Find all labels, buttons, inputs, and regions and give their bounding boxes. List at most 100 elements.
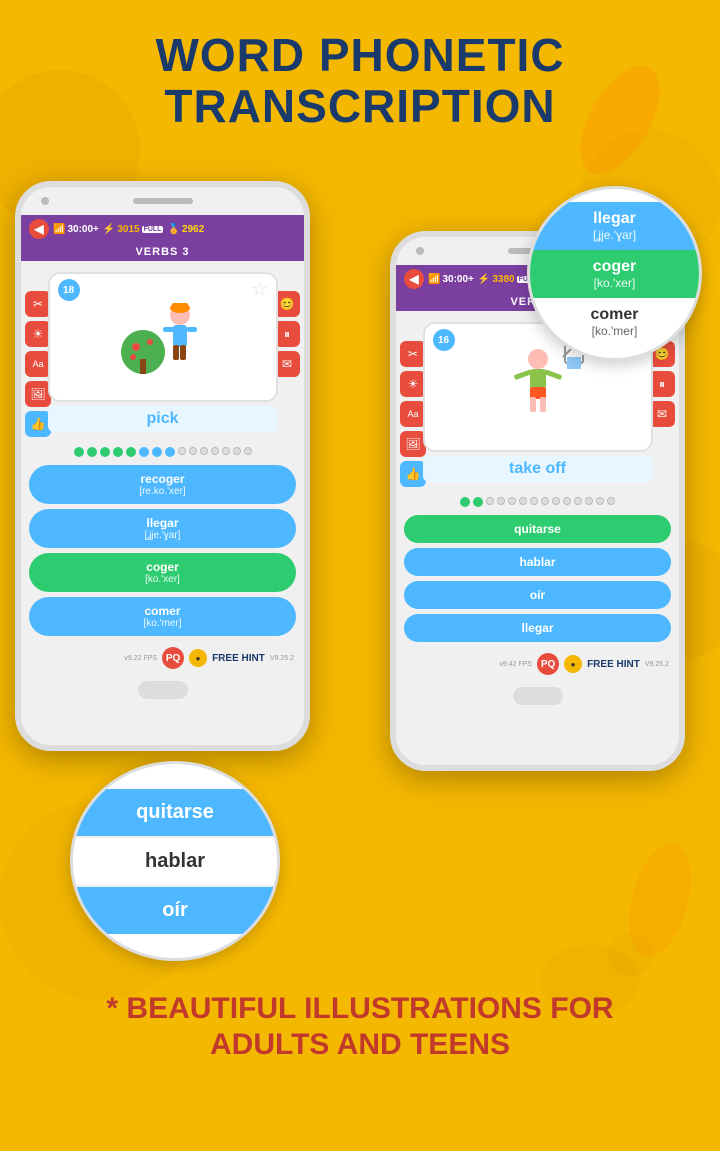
hint-coin-left: ● bbox=[189, 649, 207, 667]
status-wifi-right: 📶 30:00+ bbox=[428, 274, 474, 285]
status-bar-left: ◀ 📶 30:00+ ⚡ 3015 FULL 🏅 2962 bbox=[21, 215, 304, 243]
fps-right: v9.42 FPS bbox=[499, 661, 532, 668]
bubble-left-item-1: quitarse bbox=[73, 789, 277, 836]
answer-options-left: recoger[re.ko.'xer] llegar[ʝje.'ɣar] cog… bbox=[21, 461, 304, 640]
illustration-left bbox=[108, 287, 218, 387]
title-line2: TRANSCRIPTION bbox=[20, 81, 700, 132]
card-area-left: 18 ☆ bbox=[21, 266, 304, 438]
answer-btn-2-left[interactable]: llegar[ʝje.'ɣar] bbox=[29, 509, 296, 548]
dot bbox=[126, 447, 136, 457]
answer-btn-1-right[interactable]: quitarse bbox=[404, 515, 671, 543]
phone-camera-right bbox=[416, 247, 424, 255]
dot bbox=[152, 447, 162, 457]
dot bbox=[165, 447, 175, 457]
dot bbox=[178, 447, 186, 455]
hint-icon-left: PQ bbox=[162, 647, 184, 669]
bottom-section: quitarse hablar oír bbox=[0, 741, 720, 971]
answer-btn-4-right[interactable]: llegar bbox=[404, 614, 671, 642]
status-wifi-left: 📶 30:00+ bbox=[53, 224, 99, 235]
home-button-left[interactable] bbox=[138, 681, 188, 699]
dot bbox=[574, 497, 582, 505]
dot bbox=[211, 447, 219, 455]
dot bbox=[222, 447, 230, 455]
dot bbox=[519, 497, 527, 505]
dot bbox=[497, 497, 505, 505]
medal-icon-left: 🏅 bbox=[167, 224, 179, 235]
dot bbox=[530, 497, 538, 505]
bubble-right: llegar[ʝje.'ɣar] coger[ko.'xer] comer[ko… bbox=[527, 186, 702, 361]
bubble-left-item-3: oír bbox=[73, 887, 277, 934]
dot bbox=[244, 447, 252, 455]
wifi-icon-left: 📶 bbox=[53, 224, 65, 235]
phone-left: ◀ 📶 30:00+ ⚡ 3015 FULL 🏅 2962 VERBS 3 bbox=[15, 181, 310, 751]
dot bbox=[200, 447, 208, 455]
version-left: V9.25.2 bbox=[270, 655, 294, 662]
lesson-label-left: VERBS 3 bbox=[21, 243, 304, 261]
answer-btn-4-left[interactable]: comer[ko.'mer] bbox=[29, 597, 296, 636]
bubble-left-item-2: hablar bbox=[73, 836, 277, 887]
dot bbox=[233, 447, 241, 455]
dot bbox=[486, 497, 494, 505]
card-word-left: pick bbox=[48, 406, 278, 432]
answer-btn-3-right[interactable]: oír bbox=[404, 581, 671, 609]
status-coins-left: 🏅 2962 bbox=[167, 224, 204, 235]
bubble-right-item-1: llegar[ʝje.'ɣar] bbox=[530, 202, 699, 250]
phone-bottom-left bbox=[21, 675, 304, 705]
footer-text: * BEAUTIFUL ILLUSTRATIONS FOR ADULTS AND… bbox=[30, 991, 690, 1063]
hint-text-right[interactable]: FREE HINT bbox=[587, 659, 640, 670]
hint-text-left[interactable]: FREE HINT bbox=[212, 653, 265, 664]
answer-btn-2-right[interactable]: hablar bbox=[404, 548, 671, 576]
status-score-left: ⚡ 3015 FULL bbox=[103, 224, 164, 235]
progress-dots-right bbox=[396, 493, 679, 511]
dot bbox=[87, 447, 97, 457]
bubble-left: quitarse hablar oír bbox=[70, 761, 280, 961]
hint-coin-right: ● bbox=[564, 655, 582, 673]
wifi-icon-right: 📶 bbox=[428, 274, 440, 285]
hint-bar-right: v9.42 FPS PQ ● FREE HINT V9.25.2 bbox=[396, 646, 679, 681]
flashcard-left: 18 ☆ bbox=[48, 272, 278, 402]
home-button-right[interactable] bbox=[513, 687, 563, 705]
dot bbox=[607, 497, 615, 505]
footer: * BEAUTIFUL ILLUSTRATIONS FOR ADULTS AND… bbox=[0, 971, 720, 1093]
answer-btn-1-left[interactable]: recoger[re.ko.'xer] bbox=[29, 465, 296, 504]
answer-options-right: quitarse hablar oír llegar bbox=[396, 511, 679, 646]
hint-bar-left: v9.22 FPS PQ ● FREE HINT V9.25.2 bbox=[21, 640, 304, 675]
progress-dots-left bbox=[21, 443, 304, 461]
lightning-icon-right: ⚡ bbox=[478, 274, 490, 285]
dot bbox=[508, 497, 516, 505]
header-title: WORD PHONETIC TRANSCRIPTION bbox=[20, 30, 700, 131]
main-content: WORD PHONETIC TRANSCRIPTION ◀ 📶 30:00+ ⚡ bbox=[0, 0, 720, 1093]
hint-icon-right: PQ bbox=[537, 653, 559, 675]
back-button-right[interactable]: ◀ bbox=[404, 269, 424, 289]
card-word-right: take off bbox=[423, 456, 653, 482]
card-section-left: ✂ ☀ Aa 🖼 👍 😊 ⏸ ✉ 18 ☆ bbox=[21, 261, 304, 443]
dot bbox=[74, 447, 84, 457]
dot bbox=[139, 447, 149, 457]
phone-camera-left bbox=[41, 197, 49, 205]
dot bbox=[563, 497, 571, 505]
card-number-right: 16 bbox=[433, 329, 455, 351]
lightning-icon-left: ⚡ bbox=[103, 224, 115, 235]
dot bbox=[552, 497, 560, 505]
title-line1: WORD PHONETIC bbox=[20, 30, 700, 81]
dot bbox=[541, 497, 549, 505]
version-right: V9.25.2 bbox=[645, 661, 669, 668]
dot bbox=[585, 497, 593, 505]
answer-btn-3-left[interactable]: coger[ko.'xer] bbox=[29, 553, 296, 592]
back-button-left[interactable]: ◀ bbox=[29, 219, 49, 239]
phone-bottom-right bbox=[396, 681, 679, 711]
dot bbox=[596, 497, 604, 505]
dot bbox=[100, 447, 110, 457]
dot bbox=[189, 447, 197, 455]
bubble-right-item-2: coger[ko.'xer] bbox=[530, 250, 699, 298]
dot bbox=[113, 447, 123, 457]
card-number-left: 18 bbox=[58, 279, 80, 301]
dot bbox=[460, 497, 470, 507]
phones-section: ◀ 📶 30:00+ ⚡ 3015 FULL 🏅 2962 VERBS 3 bbox=[0, 151, 720, 771]
card-star-left[interactable]: ☆ bbox=[251, 279, 267, 300]
dot bbox=[473, 497, 483, 507]
header: WORD PHONETIC TRANSCRIPTION bbox=[0, 0, 720, 141]
phone-speaker-left bbox=[133, 198, 193, 204]
phone-top-bar-left bbox=[21, 187, 304, 215]
fps-left: v9.22 FPS bbox=[124, 655, 157, 662]
